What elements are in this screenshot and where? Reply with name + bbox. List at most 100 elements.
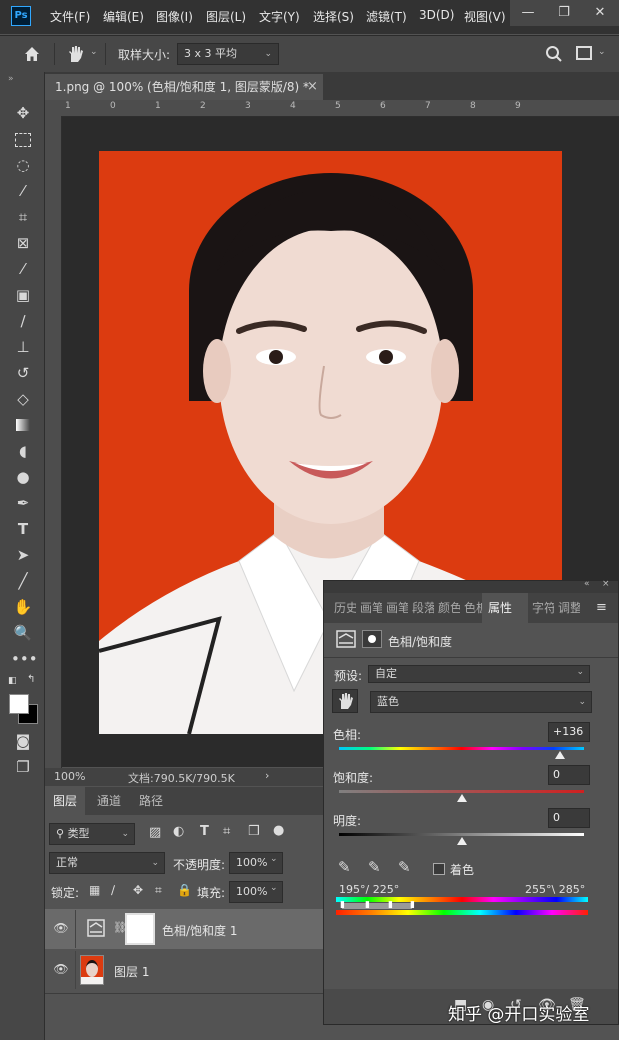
line-tool-icon[interactable]: ╱ — [11, 570, 35, 592]
filter-adjustment-icon[interactable]: ◐ — [173, 824, 184, 839]
lock-all-icon[interactable]: 🔒 — [177, 883, 192, 897]
pen-tool-icon[interactable]: ✒ — [11, 492, 35, 514]
eraser-icon[interactable]: ◇ — [11, 388, 35, 410]
lasso-tool-icon[interactable]: ◌ — [11, 154, 35, 176]
document-tab[interactable]: 1.png @ 100% (色相/饱和度 1, 图层蒙版/8) * × — [45, 74, 323, 100]
move-tool-icon[interactable]: ✥ — [11, 102, 35, 124]
lock-brush-icon[interactable]: ∕ — [111, 883, 115, 897]
gradient-icon[interactable] — [11, 414, 35, 436]
saturation-slider[interactable] — [339, 790, 584, 793]
more-tools-icon[interactable]: ••• — [11, 648, 38, 670]
dodge-tool-icon[interactable]: ● — [11, 466, 35, 488]
eyedropper-icon[interactable]: ✎ — [338, 858, 351, 876]
menu-select[interactable]: 选择(S) — [313, 8, 354, 25]
default-colors-icon[interactable]: ◧ — [8, 676, 17, 686]
marquee-tool-icon[interactable] — [11, 128, 35, 150]
layer-name[interactable]: 图层 1 — [114, 963, 149, 980]
tab-layers[interactable]: 图层 — [45, 787, 86, 815]
minimize-button[interactable]: — — [510, 0, 546, 26]
restore-button[interactable]: ❐ — [546, 0, 582, 26]
eyedropper-plus-icon[interactable]: ✎ — [368, 858, 381, 876]
tab-color[interactable]: 颜色 — [434, 593, 460, 623]
filter-type-icon[interactable]: T — [200, 824, 209, 839]
healing-brush-icon[interactable]: ▣ — [11, 284, 35, 306]
targeted-adjustment-hand-icon[interactable] — [332, 689, 358, 713]
chevron-down-icon[interactable]: ⌄ — [90, 47, 98, 57]
chevron-down-icon[interactable]: ⌄ — [270, 854, 278, 864]
eye-icon[interactable]: 👁 — [53, 921, 69, 937]
saturation-input[interactable]: 0 — [548, 765, 590, 785]
layer-row[interactable]: 👁 ⛓ 色相/饱和度 1 — [45, 909, 323, 949]
saturation-slider-thumb[interactable] — [456, 794, 467, 802]
colorize-checkbox[interactable] — [433, 863, 445, 875]
layer-filter-select[interactable]: ⚲ 类型 ⌄ — [49, 823, 135, 845]
lightness-slider[interactable] — [339, 833, 584, 836]
tab-character[interactable]: 字符 — [528, 593, 554, 623]
eyedropper-minus-icon[interactable]: ✎ — [398, 858, 411, 876]
eyedropper-icon[interactable]: ⁄ — [11, 258, 35, 280]
tab-history[interactable]: 历史 — [330, 593, 356, 623]
frame-tool-icon[interactable]: ⊠ — [11, 232, 35, 254]
foreground-color-swatch[interactable] — [9, 694, 29, 714]
lightness-slider-thumb[interactable] — [456, 837, 467, 845]
stamp-tool-icon[interactable]: ⊥ — [11, 336, 35, 358]
filter-pixel-icon[interactable]: ▨ — [149, 825, 161, 840]
close-tab-button[interactable]: × — [307, 74, 318, 100]
preset-select[interactable]: 自定 ⌄ — [368, 665, 590, 683]
eyedropper-hand-icon[interactable] — [64, 43, 86, 65]
close-panel-icon[interactable]: × — [602, 579, 610, 589]
type-tool-icon[interactable]: T — [11, 518, 35, 540]
range-handle[interactable]: ▮ — [365, 900, 370, 910]
blend-mode-select[interactable]: 正常 ⌄ — [49, 852, 165, 874]
zoom-level[interactable]: 100% — [54, 770, 85, 783]
lock-position-icon[interactable]: ✥ — [133, 883, 143, 897]
menu-edit[interactable]: 编辑(E) — [103, 8, 144, 25]
path-select-icon[interactable]: ➤ — [11, 544, 35, 566]
range-slider[interactable] — [342, 903, 412, 909]
filter-shape-icon[interactable]: ⌗ — [223, 824, 230, 839]
quick-mask-icon[interactable]: ◙ — [11, 730, 35, 752]
tab-channels[interactable]: 通道 — [89, 787, 129, 815]
lock-artboard-icon[interactable]: ⌗ — [155, 883, 162, 898]
panel-menu-icon[interactable]: ≡ — [596, 600, 607, 615]
swap-colors-icon[interactable]: ↰ — [27, 674, 35, 685]
close-window-button[interactable]: ✕ — [582, 0, 618, 26]
range-handle[interactable]: ▮ — [388, 900, 393, 910]
tab-paragraph[interactable]: 段落 — [408, 593, 434, 623]
tab-brush-settings[interactable]: 画笔 — [382, 593, 408, 623]
hue-input[interactable]: +136 — [548, 722, 590, 742]
menu-layer[interactable]: 图层(L) — [206, 8, 246, 25]
lightness-input[interactable]: 0 — [548, 808, 590, 828]
brush-tool-icon[interactable]: ∕ — [11, 310, 35, 332]
range-handle[interactable]: ▮ — [340, 900, 345, 910]
eye-icon[interactable]: 👁 — [53, 962, 69, 978]
menu-type[interactable]: 文字(Y) — [259, 8, 300, 25]
zoom-tool-icon[interactable]: 🔍 — [11, 622, 35, 644]
filter-smart-icon[interactable]: ❒ — [248, 824, 260, 839]
menu-file[interactable]: 文件(F) — [50, 8, 90, 25]
collapse-icon[interactable]: « — [584, 579, 590, 589]
workspace-icon[interactable] — [576, 46, 592, 60]
home-icon[interactable] — [22, 44, 42, 64]
chevron-down-icon[interactable]: ⌄ — [598, 47, 606, 57]
range-handle[interactable]: ▮ — [410, 900, 415, 910]
layer-row[interactable]: 👁 图层 1 — [45, 950, 323, 990]
menu-filter[interactable]: 滤镜(T) — [366, 8, 407, 25]
hue-slider[interactable] — [339, 747, 584, 750]
tab-brush[interactable]: 画笔 — [356, 593, 382, 623]
hue-slider-thumb[interactable] — [554, 751, 565, 759]
magic-wand-icon[interactable]: ⁄ — [11, 180, 35, 202]
channel-select[interactable]: 蓝色 ⌄ — [370, 691, 592, 713]
tab-properties[interactable]: 属性 — [482, 593, 528, 623]
history-brush-icon[interactable]: ↺ — [11, 362, 35, 384]
mask-icon[interactable] — [362, 630, 382, 648]
layer-mask-thumbnail[interactable] — [125, 913, 155, 945]
status-arrow-icon[interactable]: › — [265, 769, 269, 782]
crop-tool-icon[interactable]: ⌗ — [11, 206, 35, 228]
collapse-icon[interactable]: » — [8, 74, 14, 84]
filter-toggle-icon[interactable]: ● — [273, 823, 284, 838]
blur-tool-icon[interactable]: ◖ — [11, 440, 35, 462]
search-icon[interactable] — [545, 45, 563, 63]
sample-size-select[interactable]: 3 x 3 平均 ⌄ — [177, 43, 279, 65]
lock-transparent-icon[interactable]: ▦ — [89, 883, 100, 897]
